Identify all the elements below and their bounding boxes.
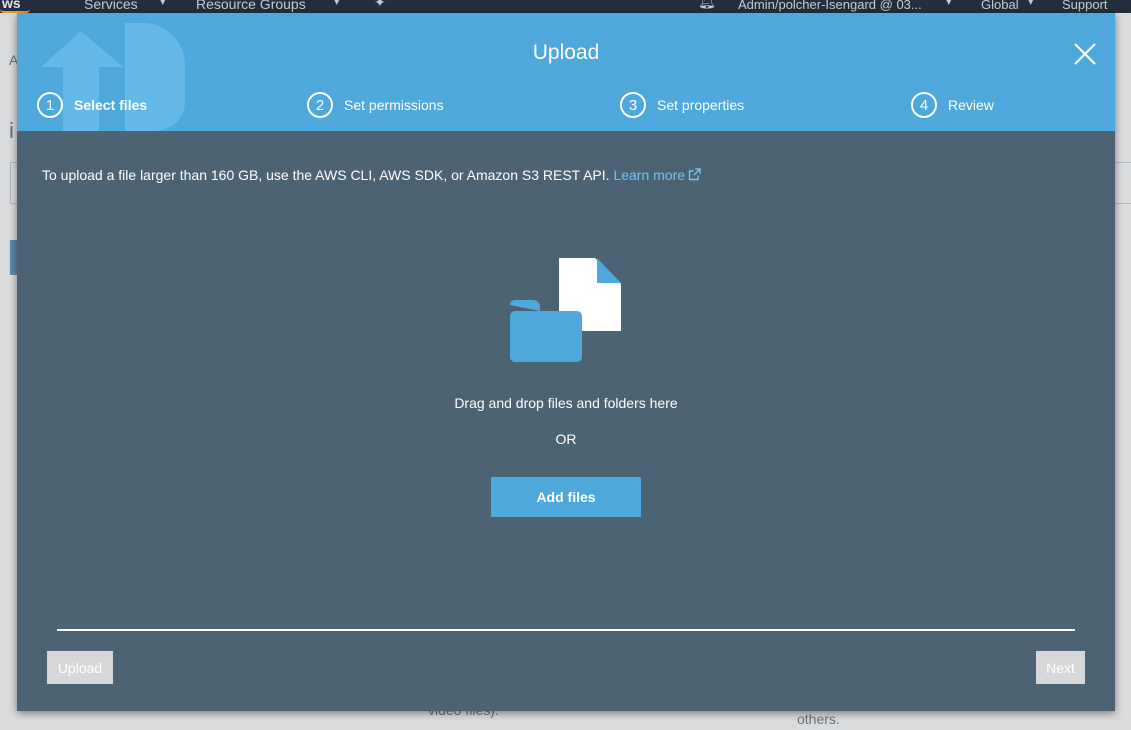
step-number: 3 [620, 92, 646, 118]
learn-more-label: Learn more [613, 167, 686, 183]
footer-divider [57, 629, 1075, 631]
learn-more-link[interactable]: Learn more [613, 167, 701, 183]
step-review[interactable]: 4 Review [911, 92, 994, 118]
caret-down-icon: ▾ [946, 0, 952, 8]
step-label: Review [948, 97, 994, 113]
files-folder-illustration [510, 258, 621, 362]
bg-heading-fragment: i [9, 118, 14, 143]
upload-modal: Upload 1 Select files 2 Set permissions … [17, 13, 1115, 711]
upload-button[interactable]: Upload [47, 651, 113, 684]
caret-down-icon: ▾ [334, 0, 340, 8]
step-number: 4 [911, 92, 937, 118]
step-label: Set permissions [344, 97, 444, 113]
bell-icon[interactable]: 🔔︎ [698, 0, 716, 10]
notice-text: To upload a file larger than 160 GB, use… [42, 167, 610, 183]
console-top-bar: ws Services ▾ Resource Groups ▾ ✦ 🔔︎ Adm… [0, 0, 1131, 13]
caret-down-icon: ▾ [1028, 0, 1034, 8]
support-menu[interactable]: Support [1062, 0, 1108, 12]
step-set-properties[interactable]: 3 Set properties [620, 92, 744, 118]
modal-title: Upload [532, 41, 600, 64]
region-menu[interactable]: Global [981, 0, 1019, 12]
step-number: 1 [37, 92, 63, 118]
step-set-permissions[interactable]: 2 Set permissions [307, 92, 444, 118]
bg-text-fragment: others. [797, 711, 840, 727]
step-label: Set properties [657, 97, 745, 113]
pin-icon[interactable]: ✦ [374, 0, 386, 11]
caret-down-icon: ▾ [160, 0, 166, 8]
step-number: 2 [307, 92, 333, 118]
account-menu[interactable]: Admin/polcher-Isengard @ 03... [738, 0, 922, 12]
external-link-icon [688, 168, 701, 181]
modal-header: Upload 1 Select files 2 Set permissions … [17, 13, 1115, 131]
step-label: Select files [74, 97, 148, 113]
add-files-button[interactable]: Add files [491, 477, 641, 517]
drop-zone-text: Drag and drop files and folders here [454, 395, 678, 411]
nav-resource-groups[interactable]: Resource Groups [196, 0, 306, 12]
nav-services[interactable]: Services [84, 0, 138, 12]
bg-divider [10, 162, 11, 204]
close-icon[interactable] [1072, 41, 1098, 67]
large-file-notice: To upload a file larger than 160 GB, use… [42, 167, 701, 183]
or-separator: OR [555, 431, 577, 447]
next-button[interactable]: Next [1036, 651, 1085, 684]
step-select-files[interactable]: 1 Select files [37, 92, 147, 118]
